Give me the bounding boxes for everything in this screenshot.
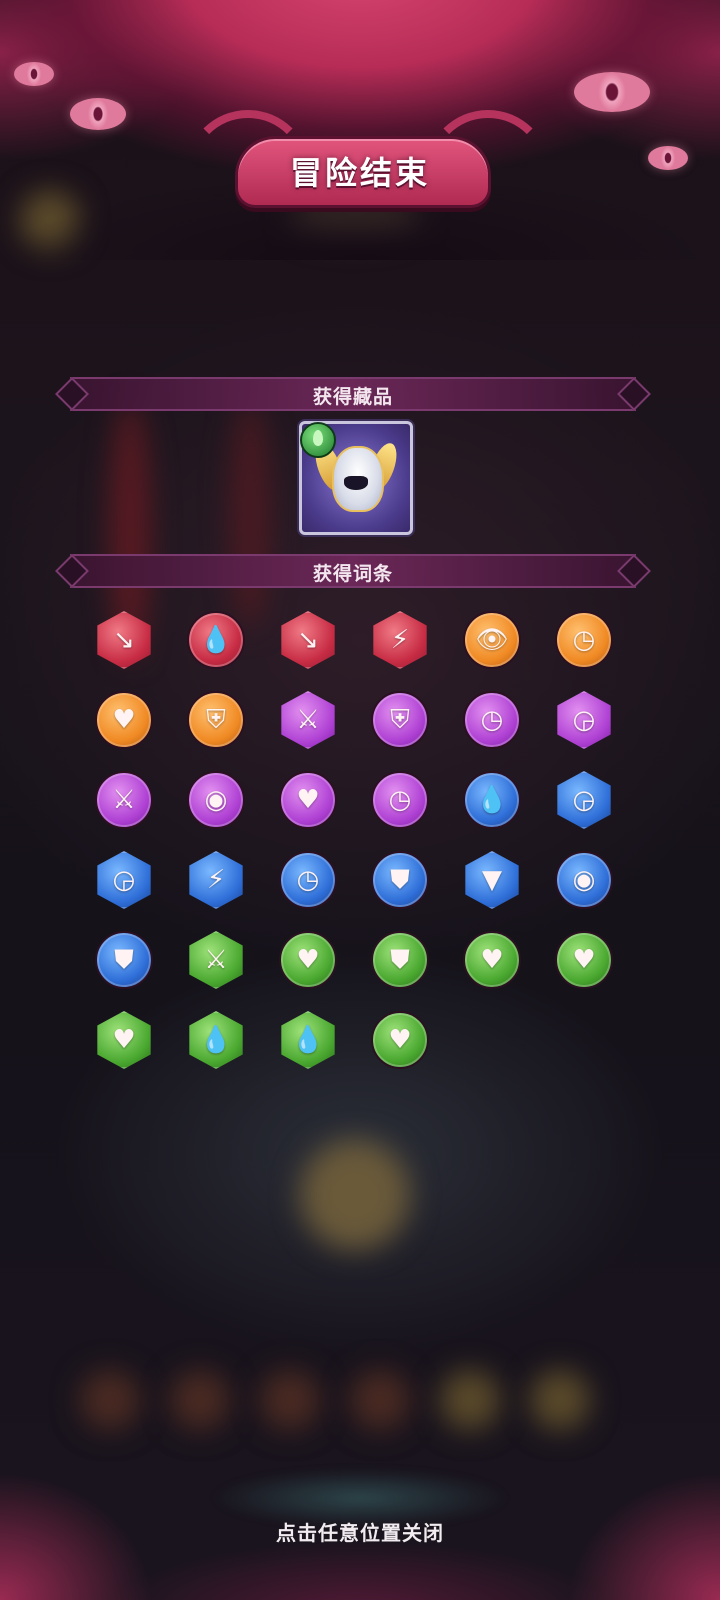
trait-glyph-icon: ◶ <box>572 785 596 815</box>
trait-glyph-icon: ♥ <box>388 1025 412 1055</box>
blurred-portrait <box>300 1140 410 1250</box>
clock-down-icon[interactable]: ◷ <box>279 851 337 909</box>
trait-glyph-icon: ⛊ <box>390 865 410 895</box>
figure-heart-icon[interactable]: ♥ <box>371 1011 429 1069</box>
drops-up-icon[interactable]: 💧 <box>279 1011 337 1069</box>
trait-glyph-icon: ◷ <box>388 785 412 815</box>
shield-icon[interactable]: ⛨ <box>371 691 429 749</box>
trait-glyph-icon: ⚔ <box>112 785 136 815</box>
trait-glyph-icon: ⚔ <box>296 705 320 735</box>
trait-glyph-icon: 💧 <box>199 1025 233 1055</box>
eye-cycle-icon[interactable]: 👁 <box>463 611 521 669</box>
top-frame-decoration <box>0 0 720 260</box>
shield-icon[interactable]: ⛨ <box>187 691 245 749</box>
trait-glyph-icon: ⚡ <box>206 865 226 895</box>
trait-glyph-icon: ♥ <box>112 705 136 735</box>
clock-down-icon[interactable]: ◷ <box>555 611 613 669</box>
green-gem-badge-icon <box>300 422 336 458</box>
trait-glyph-icon: ◉ <box>572 865 596 895</box>
crossed-swords-icon[interactable]: ⚔ <box>95 771 153 829</box>
trait-glyph-icon: ◉ <box>204 785 228 815</box>
arrow-down-strike-icon[interactable]: ↘ <box>279 611 337 669</box>
blood-drop-down-icon[interactable]: 💧 <box>187 611 245 669</box>
traits-section-header: 获得词条 <box>70 554 636 588</box>
trait-glyph-icon: ♥ <box>296 945 320 975</box>
trait-glyph-icon: ♥ <box>572 945 596 975</box>
trait-glyph-icon: ↘ <box>113 625 135 655</box>
figure-heart-icon[interactable]: ♥ <box>95 691 153 749</box>
trait-glyph-icon: ◶ <box>572 705 596 735</box>
figure-sword-icon[interactable]: ⚔ <box>187 931 245 989</box>
fangs-icon[interactable]: ▼ <box>463 851 521 909</box>
figure-aura-icon[interactable]: ◉ <box>555 851 613 909</box>
traits-section-label: 获得词条 <box>312 563 393 585</box>
trait-glyph-icon: ♥ <box>296 785 320 815</box>
trait-glyph-icon: ⛊ <box>114 945 134 975</box>
clock-up-icon[interactable]: ◶ <box>555 771 613 829</box>
broken-shield-icon[interactable]: ⚡ <box>371 611 429 669</box>
trait-glyph-icon: 👁 <box>475 625 509 655</box>
clock-down-icon[interactable]: ◷ <box>463 691 521 749</box>
heart-plus-icon[interactable]: ♥ <box>279 931 337 989</box>
trait-glyph-icon: ⚡ <box>390 625 410 655</box>
collection-section-label: 获得藏品 <box>312 386 393 408</box>
trait-glyph-icon: ⛨ <box>390 705 410 735</box>
figure-sword-icon[interactable]: ⚔ <box>279 691 337 749</box>
collection-section-header: 获得藏品 <box>70 377 636 411</box>
dripping-heart-icon[interactable]: ♥ <box>95 1011 153 1069</box>
trait-glyph-icon: ⛨ <box>206 705 226 735</box>
figure-shield-icon[interactable]: ⛊ <box>371 851 429 909</box>
drops-up-icon[interactable]: 💧 <box>187 1011 245 1069</box>
heart-plus-icon[interactable]: ♥ <box>463 931 521 989</box>
figure-shield-icon[interactable]: ⛊ <box>95 931 153 989</box>
arrow-down-strike-icon[interactable]: ↘ <box>95 611 153 669</box>
eye-ornament-icon <box>70 98 126 130</box>
water-drop-down-icon[interactable]: 💧 <box>463 771 521 829</box>
clock-down-icon[interactable]: ◷ <box>371 771 429 829</box>
trait-glyph-icon: ◷ <box>572 625 596 655</box>
trait-glyph-icon: ⛊ <box>390 945 410 975</box>
broken-shield-icon[interactable]: ⚡ <box>187 851 245 909</box>
trait-glyph-icon: ▼ <box>482 865 502 895</box>
helmet-visor-icon <box>344 476 368 490</box>
eye-ornament-icon <box>14 62 54 86</box>
trait-glyph-icon: 💧 <box>475 785 509 815</box>
figure-shield-icon[interactable]: ⛊ <box>371 931 429 989</box>
trait-glyph-icon: 💧 <box>199 625 233 655</box>
trait-glyph-icon: ♥ <box>480 945 504 975</box>
eye-ornament-icon <box>574 72 650 112</box>
trait-glyph-icon: ◷ <box>480 705 504 735</box>
clock-up-icon[interactable]: ◶ <box>555 691 613 749</box>
page-title: 冒险结束 <box>289 154 430 192</box>
close-hint[interactable]: 点击任意位置关闭 <box>0 1517 720 1546</box>
trait-glyph-icon: ⚔ <box>204 945 228 975</box>
trait-glyph-icon: 💧 <box>291 1025 325 1055</box>
figure-heart-icon[interactable]: ♥ <box>279 771 337 829</box>
collection-item-card[interactable] <box>299 421 413 535</box>
clock-up-icon[interactable]: ◶ <box>95 851 153 909</box>
trait-glyph-icon: ◷ <box>296 865 320 895</box>
trait-glyph-icon: ↘ <box>297 625 319 655</box>
trait-glyph-icon: ◶ <box>112 865 136 895</box>
figure-aura-icon[interactable]: ◉ <box>187 771 245 829</box>
heart-plus-icon[interactable]: ♥ <box>555 931 613 989</box>
eye-ornament-icon <box>648 146 688 170</box>
trait-glyph-icon: ♥ <box>112 1025 136 1055</box>
blurred-pillar <box>230 400 270 630</box>
